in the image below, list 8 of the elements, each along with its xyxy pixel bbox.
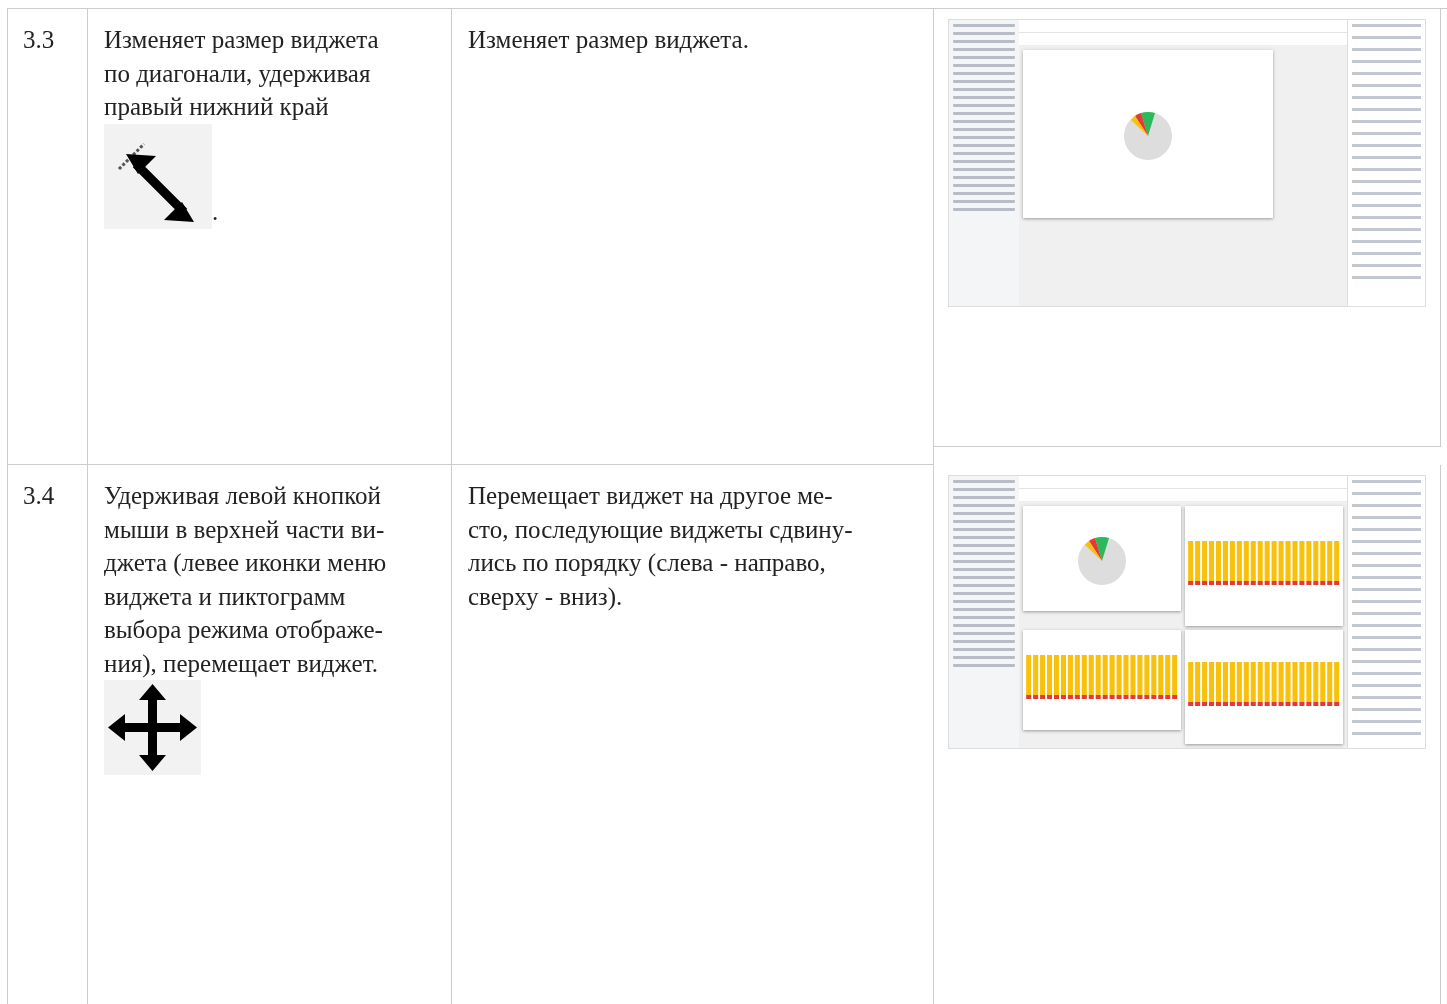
action-text: Удерживая левой кнопкой мыши в верхней части ви- джета (левее иконки меню виджета и пиктограмм выбора режима отображе- ния), перемещает виджет. [104, 481, 388, 680]
move-cross-icon [104, 680, 201, 775]
step-number: 3.3 [23, 26, 55, 53]
action-text: Изменяет размер виджета по диагонали, удерживая правый нижний край [104, 25, 380, 122]
step-number: 3.4 [23, 482, 55, 509]
period-text: . [212, 197, 219, 227]
result-text: Перемещает виджет на другое ме- сто, последующие виджеты сдвину- лись по порядку (слева - направо, сверху - вниз). [468, 481, 854, 612]
result-text: Изменяет размер виджета. [468, 25, 750, 55]
